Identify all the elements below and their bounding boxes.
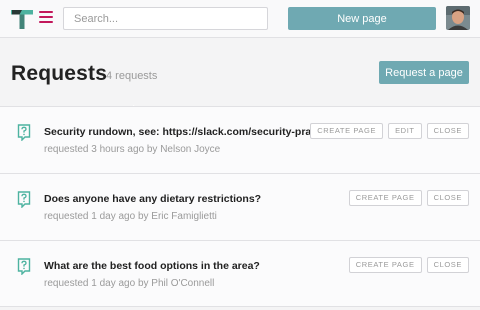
create-page-button[interactable]: CREATE PAGE [310,123,384,139]
request-row: Security rundown, see: https://slack.com… [0,106,480,173]
request-actions: CREATE PAGE EDIT CLOSE [310,123,469,139]
request-actions: CREATE PAGE CLOSE [348,190,469,206]
request-list: Security rundown, see: https://slack.com… [0,106,480,307]
tettra-logo-icon[interactable] [9,6,35,32]
create-page-button[interactable]: CREATE PAGE [348,257,422,273]
close-button[interactable]: CLOSE [426,257,469,273]
request-row: Does anyone have any dietary restriction… [0,173,480,240]
request-question-icon [17,124,31,141]
request-actions: CREATE PAGE CLOSE [348,257,469,273]
request-title[interactable]: Security rundown, see: https://slack.com… [44,126,341,138]
page-title: Requests [11,62,108,85]
request-a-page-button[interactable]: Request a page [379,61,469,84]
hamburger-menu-icon[interactable] [39,11,53,23]
request-row: What are the best food options in the ar… [0,240,480,307]
request-title[interactable]: What are the best food options in the ar… [44,260,260,272]
request-title[interactable]: Does anyone have any dietary restriction… [44,193,261,205]
request-meta: requested 1 day ago by Phil O'Connell [44,278,215,289]
top-bar: New page [0,0,480,38]
request-question-icon [17,258,31,275]
request-meta: requested 1 day ago by Eric Famiglietti [44,211,217,222]
search-input[interactable] [63,7,268,30]
request-count: 4 requests [106,70,158,82]
create-page-button[interactable]: CREATE PAGE [348,190,422,206]
request-meta: requested 3 hours ago by Nelson Joyce [44,144,221,155]
user-avatar[interactable] [446,6,470,30]
close-button[interactable]: CLOSE [426,190,469,206]
request-question-icon [17,191,31,208]
close-button[interactable]: CLOSE [426,123,469,139]
new-page-button[interactable]: New page [288,7,436,30]
edit-button[interactable]: EDIT [388,123,422,139]
